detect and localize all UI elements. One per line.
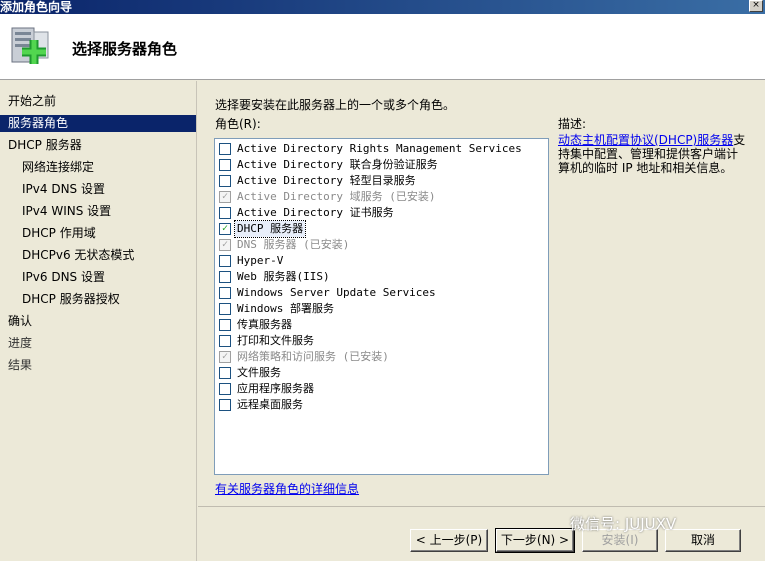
role-checkbox-checked: ✓ bbox=[219, 191, 231, 203]
window-title: 添加角色向导 bbox=[0, 0, 73, 14]
role-label: Windows Server Update Services bbox=[237, 286, 436, 299]
sidebar-item: DHCPv6 无状态模式 bbox=[22, 248, 135, 262]
roles-label: 角色(R): bbox=[215, 117, 261, 131]
roles-listbox[interactable]: Active Directory Rights Management Servi… bbox=[214, 138, 549, 475]
role-label: 打印和文件服务 bbox=[237, 334, 314, 347]
role-label: DNS 服务器 (已安装) bbox=[237, 238, 350, 251]
sidebar-item: 开始之前 bbox=[8, 94, 57, 108]
role-label: Active Directory 域服务 (已安装) bbox=[237, 190, 436, 203]
role-label: 网络策略和访问服务 (已安装) bbox=[237, 350, 389, 363]
sidebar-item: IPv4 DNS 设置 bbox=[22, 182, 105, 196]
role-checkbox[interactable] bbox=[219, 399, 231, 411]
instruction-text: 选择要安装在此服务器上的一个或多个角色。 bbox=[215, 98, 456, 112]
next-button[interactable]: 下一步(N) > bbox=[495, 528, 575, 553]
role-checkbox[interactable] bbox=[219, 287, 231, 299]
role-checkbox[interactable] bbox=[219, 159, 231, 171]
role-checkbox-checked: ✓ bbox=[219, 351, 231, 363]
role-checkbox[interactable] bbox=[219, 303, 231, 315]
role-label: 文件服务 bbox=[237, 366, 281, 379]
sidebar-item: IPv4 WINS 设置 bbox=[22, 204, 112, 218]
server-add-icon bbox=[11, 27, 49, 64]
role-label: Active Directory 证书服务 bbox=[237, 206, 394, 219]
role-label: Web 服务器(IIS) bbox=[237, 270, 330, 283]
role-checkbox-checked[interactable]: ✓ bbox=[219, 223, 231, 235]
sidebar-item: 确认 bbox=[8, 314, 33, 328]
sidebar-item: 服务器角色 bbox=[0, 115, 196, 132]
back-button[interactable]: < 上一步(P) bbox=[410, 529, 488, 552]
role-checkbox[interactable] bbox=[219, 335, 231, 347]
sidebar-item: DHCP 服务器授权 bbox=[22, 292, 120, 306]
role-label: 应用程序服务器 bbox=[237, 382, 314, 395]
role-checkbox[interactable] bbox=[219, 255, 231, 267]
role-checkbox[interactable] bbox=[219, 383, 231, 395]
description-link[interactable]: 动态主机配置协议(DHCP)服务器 bbox=[558, 133, 733, 147]
role-label: DHCP 服务器 bbox=[233, 220, 307, 238]
role-label: Hyper-V bbox=[237, 254, 284, 267]
description-body: 动态主机配置协议(DHCP)服务器支持集中配置、管理和提供客户端计算机的临时 I… bbox=[558, 133, 748, 175]
role-checkbox[interactable] bbox=[219, 175, 231, 187]
sidebar-item: IPv6 DNS 设置 bbox=[22, 270, 105, 284]
sidebar-item: 结果 bbox=[8, 358, 33, 372]
watermark: 微信号: JUJUXV bbox=[570, 515, 677, 533]
wizard-header: 选择服务器角色 bbox=[0, 14, 765, 80]
sidebar-item: DHCP 作用域 bbox=[22, 226, 96, 240]
main-content: 选择要安装在此服务器上的一个或多个角色。 角色(R): Active Direc… bbox=[198, 81, 765, 506]
sidebar-item: 网络连接绑定 bbox=[22, 160, 95, 174]
page-heading: 选择服务器角色 bbox=[72, 40, 178, 58]
role-checkbox[interactable] bbox=[219, 207, 231, 219]
role-label: Active Directory 轻型目录服务 bbox=[237, 174, 416, 187]
role-checkbox[interactable] bbox=[219, 367, 231, 379]
role-label: 远程桌面服务 bbox=[237, 398, 303, 411]
cancel-button[interactable]: 取消 bbox=[665, 529, 741, 552]
role-label: Active Directory 联合身份验证服务 bbox=[237, 158, 438, 171]
role-label: Active Directory Rights Management Servi… bbox=[237, 142, 522, 155]
role-label: 传真服务器 bbox=[237, 318, 292, 331]
role-checkbox-checked: ✓ bbox=[219, 239, 231, 251]
role-checkbox[interactable] bbox=[219, 319, 231, 331]
role-label: Windows 部署服务 bbox=[237, 302, 334, 315]
button-bar: < 上一步(P) 下一步(N) > 安装(I) 取消 bbox=[198, 506, 765, 561]
sidebar-item: DHCP 服务器 bbox=[8, 138, 82, 152]
title-bar: 添加角色向导 × bbox=[0, 0, 765, 14]
role-checkbox[interactable] bbox=[219, 143, 231, 155]
description-label: 描述: bbox=[558, 117, 587, 131]
more-info-link[interactable]: 有关服务器角色的详细信息 bbox=[215, 480, 359, 497]
role-checkbox[interactable] bbox=[219, 271, 231, 283]
close-button[interactable]: × bbox=[749, 0, 763, 12]
wizard-steps-sidebar: 开始之前服务器角色 DHCP 服务器网络连接绑定 IPv4 DNS 设置 IPv4 W… bbox=[0, 81, 197, 561]
sidebar-item: 进度 bbox=[8, 336, 33, 350]
